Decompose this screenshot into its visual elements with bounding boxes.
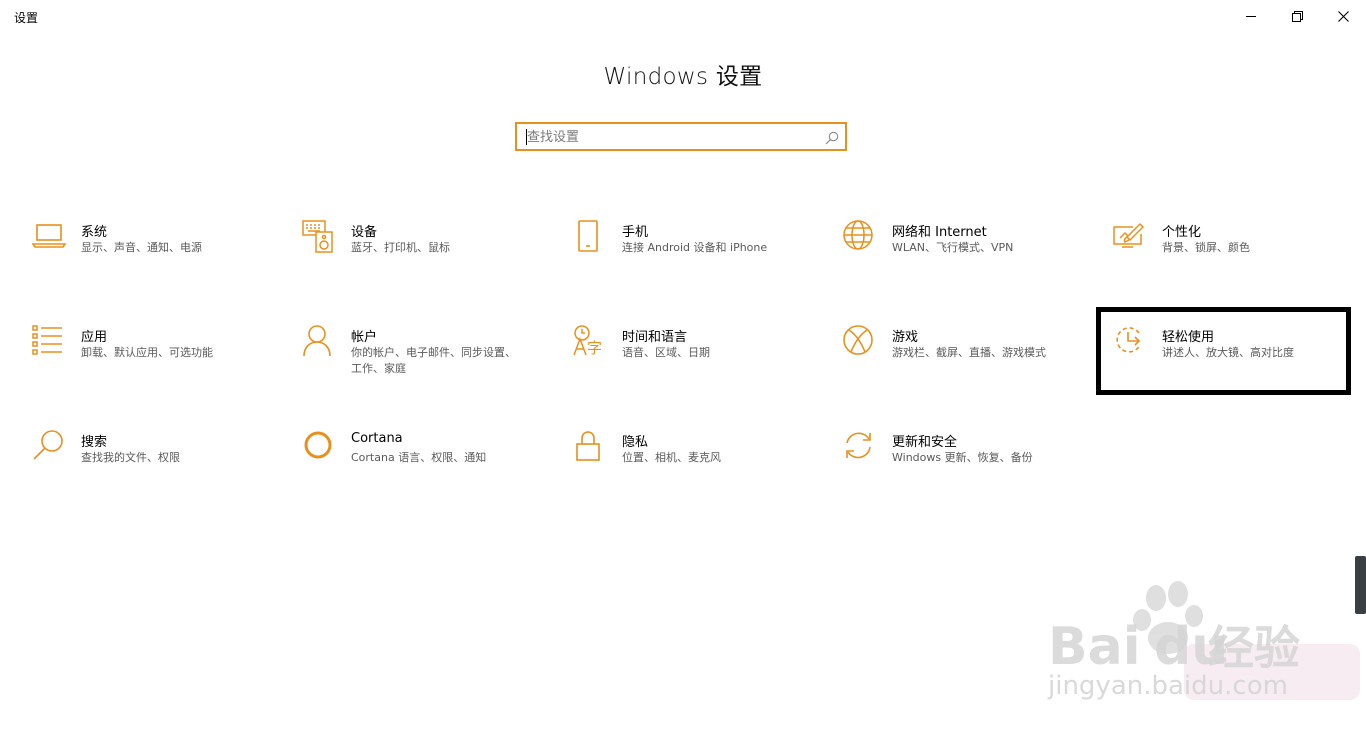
tile-name: 更新和安全 bbox=[892, 435, 958, 450]
tile-desc: 背景、锁屏、颜色 bbox=[1162, 241, 1250, 254]
tile-name: Cortana bbox=[351, 431, 403, 446]
tile-devices[interactable]: 设备 蓝牙、打印机、鼠标 bbox=[302, 220, 552, 300]
watermark-cn: 经验 bbox=[1208, 621, 1300, 675]
tile-apps[interactable]: 应用 卸载、默认应用、可选功能 bbox=[32, 325, 282, 405]
watermark-brand: Bai bbox=[1048, 617, 1141, 677]
tile-name: 设备 bbox=[351, 225, 378, 240]
tile-name: 系统 bbox=[81, 225, 108, 240]
tile-search[interactable]: 搜索 查找我的文件、权限 bbox=[32, 430, 282, 510]
tile-desc: Cortana 语言、权限、通知 bbox=[351, 451, 487, 464]
tile-privacy[interactable]: 隐私 位置、相机、麦克风 bbox=[573, 430, 823, 510]
tile-desc: 蓝牙、打印机、鼠标 bbox=[351, 241, 450, 254]
minimize-icon bbox=[1246, 11, 1256, 21]
tile-name: 个性化 bbox=[1162, 225, 1202, 240]
keyboard-speaker-icon bbox=[302, 220, 336, 254]
tile-update-security[interactable]: 更新和安全 Windows 更新、恢复、备份 bbox=[843, 430, 1093, 510]
search-box[interactable] bbox=[515, 122, 847, 151]
tile-name: 隐私 bbox=[622, 435, 649, 450]
baidu-watermark: Bai du 经验 jingyan.baidu.com bbox=[1046, 580, 1366, 728]
tile-desc: 连接 Android 设备和 iPhone bbox=[622, 241, 768, 254]
sync-icon bbox=[843, 430, 877, 464]
tile-time-language[interactable]: 字 时间和语言 语音、区域、日期 bbox=[573, 325, 823, 405]
tile-gaming[interactable]: 游戏 游戏栏、截屏、直播、游戏模式 bbox=[843, 325, 1093, 405]
search-input[interactable] bbox=[527, 127, 817, 147]
minimize-button[interactable] bbox=[1228, 0, 1274, 32]
watermark-url: jingyan.baidu.com bbox=[1047, 671, 1288, 701]
tile-desc: 语音、区域、日期 bbox=[622, 346, 710, 359]
page-title: Windows 设置 bbox=[603, 64, 763, 90]
tile-desc: 游戏栏、截屏、直播、游戏模式 bbox=[892, 346, 1046, 359]
tile-desc: 显示、声音、通知、电源 bbox=[81, 241, 202, 254]
restore-icon bbox=[1291, 10, 1303, 22]
tile-name: 游戏 bbox=[892, 330, 919, 345]
lock-icon bbox=[573, 430, 607, 464]
globe-icon bbox=[843, 220, 877, 254]
magnifier-icon bbox=[32, 430, 66, 464]
tile-name: 应用 bbox=[81, 330, 108, 345]
cortana-icon bbox=[302, 430, 336, 464]
tile-desc: 查找我的文件、权限 bbox=[81, 451, 180, 464]
tile-name: 网络和 Internet bbox=[892, 225, 987, 240]
paint-icon bbox=[1113, 220, 1147, 254]
title-bar: 设置 bbox=[0, 0, 1366, 32]
close-icon bbox=[1337, 10, 1349, 22]
tile-cortana[interactable]: Cortana Cortana 语言、权限、通知 bbox=[302, 430, 552, 510]
highlight-box bbox=[1096, 307, 1351, 395]
tile-desc: 你的帐户、电子邮件、同步设置、工作、家庭 bbox=[351, 346, 516, 375]
tile-network[interactable]: 网络和 Internet WLAN、飞行模式、VPN bbox=[843, 220, 1093, 300]
tile-desc: 卸载、默认应用、可选功能 bbox=[81, 346, 213, 359]
person-icon bbox=[302, 325, 336, 359]
restore-button[interactable] bbox=[1274, 0, 1320, 32]
tile-accounts[interactable]: 帐户 你的帐户、电子邮件、同步设置、工作、家庭 bbox=[302, 325, 552, 405]
apps-list-icon bbox=[32, 325, 66, 359]
tile-name: 帐户 bbox=[351, 330, 378, 345]
xbox-icon bbox=[843, 325, 877, 359]
tile-desc: WLAN、飞行模式、VPN bbox=[892, 241, 1014, 254]
tile-system[interactable]: 系统 显示、声音、通知、电源 bbox=[31, 220, 282, 300]
time-language-icon: 字 bbox=[573, 325, 607, 359]
app-title: 设置 bbox=[14, 11, 39, 25]
search-icon[interactable] bbox=[825, 130, 839, 149]
laptop-icon bbox=[31, 220, 67, 254]
tile-name: 手机 bbox=[622, 225, 649, 240]
tile-personalization[interactable]: 个性化 背景、锁屏、颜色 bbox=[1113, 220, 1363, 300]
tile-phone[interactable]: 手机 连接 Android 设备和 iPhone bbox=[573, 220, 823, 300]
tile-desc: 位置、相机、麦克风 bbox=[622, 451, 721, 464]
tile-name: 搜索 bbox=[81, 435, 108, 450]
svg-text:字: 字 bbox=[587, 339, 602, 357]
tile-desc: Windows 更新、恢复、备份 bbox=[892, 451, 1033, 464]
phone-icon bbox=[573, 220, 607, 254]
close-button[interactable] bbox=[1320, 0, 1366, 32]
tile-name: 时间和语言 bbox=[622, 330, 688, 345]
